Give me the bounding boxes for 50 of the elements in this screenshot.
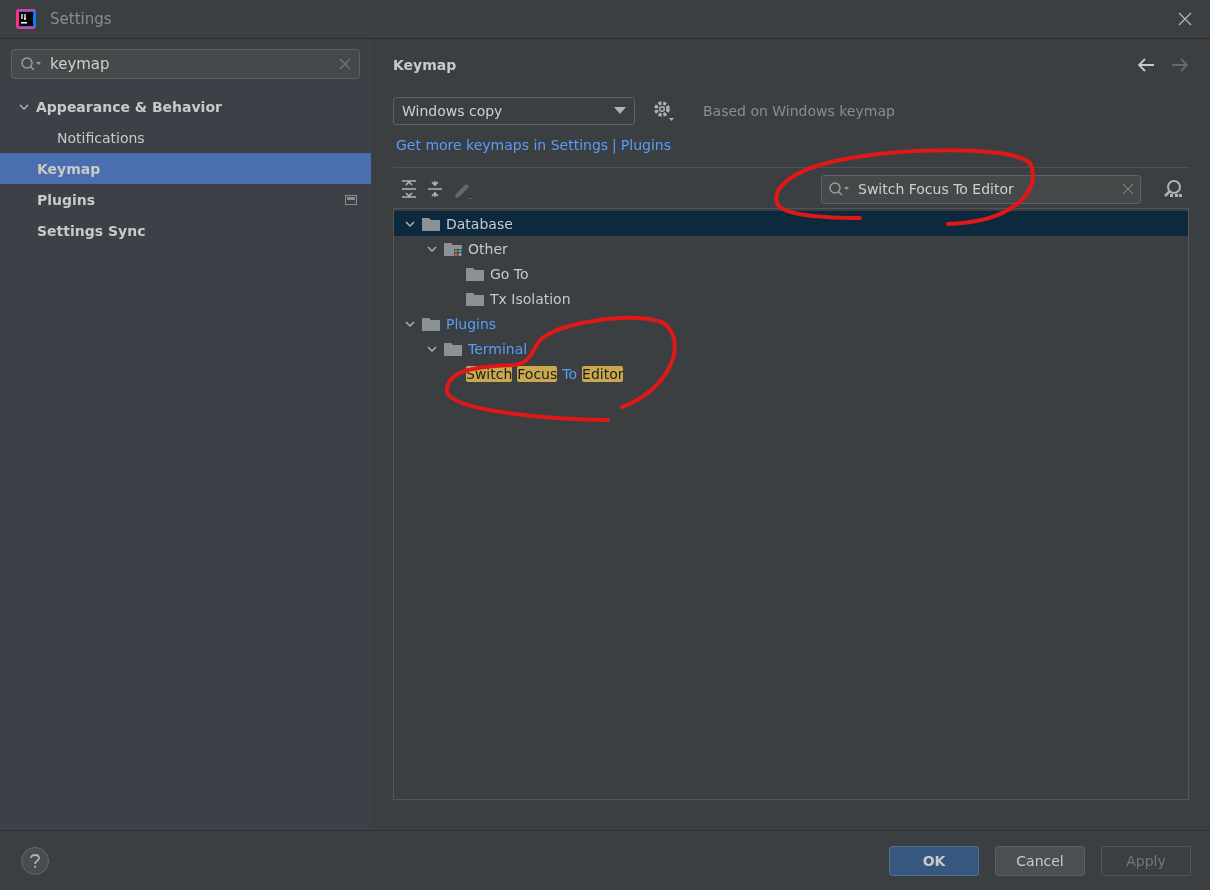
collapse-all-icon[interactable] xyxy=(427,180,443,198)
tree-row[interactable]: Plugins xyxy=(394,311,1188,336)
search-icon[interactable] xyxy=(828,181,850,197)
link[interactable]: Get more keymaps in Settings xyxy=(396,137,609,153)
tree-row[interactable]: Terminal xyxy=(394,336,1188,361)
expand-all-icon[interactable] xyxy=(401,180,417,198)
page-title: Keymap xyxy=(393,57,457,73)
tree-row[interactable]: Go To xyxy=(394,261,1188,286)
folder-icon xyxy=(466,266,484,281)
window-title: Settings xyxy=(50,10,112,28)
app-logo-icon xyxy=(16,9,36,29)
question-mark-icon xyxy=(30,854,40,868)
caret-icon xyxy=(614,107,626,115)
folder-icon xyxy=(422,216,440,231)
help-button[interactable] xyxy=(21,847,49,875)
filter-box[interactable]: Switch Focus To Editor xyxy=(821,174,1141,204)
tree-label: To xyxy=(562,365,578,382)
filter-field[interactable]: Switch Focus To Editor xyxy=(856,180,1116,198)
find-shortcut-icon[interactable] xyxy=(1163,179,1183,199)
tree-label: Other xyxy=(468,240,508,257)
folder-icon xyxy=(422,316,440,331)
sidebar-item[interactable]: Plugins xyxy=(0,184,371,215)
tree-row[interactable]: Tx Isolation xyxy=(394,286,1188,311)
tree-label: Terminal xyxy=(468,340,528,357)
tree-label: Database xyxy=(446,215,513,232)
search-match-word: Focus xyxy=(517,365,558,382)
folder-icon xyxy=(444,341,462,356)
tree-label: Go To xyxy=(490,265,529,282)
sidebar-item[interactable]: Appearance & Behavior xyxy=(0,91,371,122)
separator: | xyxy=(612,137,617,153)
sidebar-item[interactable]: Settings Sync xyxy=(0,215,371,246)
tree-label: Tx Isolation xyxy=(490,290,571,307)
tree-row[interactable]: Other xyxy=(394,236,1188,261)
link[interactable]: Plugins xyxy=(620,137,671,153)
keymap-dropdown[interactable]: Windows copy xyxy=(393,97,635,125)
sidebar-item[interactable]: Keymap xyxy=(0,153,371,184)
dialog-button[interactable]: OK xyxy=(889,846,979,876)
close-icon[interactable] xyxy=(1178,12,1192,26)
search-field[interactable]: keymap xyxy=(48,54,333,74)
back-arrow-icon[interactable] xyxy=(1137,58,1155,72)
search-icon[interactable] xyxy=(20,56,42,72)
folder-with-dots-icon xyxy=(444,241,462,256)
gear-icon[interactable] xyxy=(653,100,675,122)
sidebar-item[interactable]: Notifications xyxy=(0,122,371,153)
folder-icon xyxy=(466,291,484,306)
search-box[interactable]: keymap xyxy=(11,49,360,79)
dialog-button[interactable]: Cancel xyxy=(995,846,1085,876)
tree-row[interactable]: Database xyxy=(394,211,1188,236)
based-on-label: Based on Windows keymap xyxy=(703,103,895,119)
tree-label: Plugins xyxy=(446,315,497,332)
